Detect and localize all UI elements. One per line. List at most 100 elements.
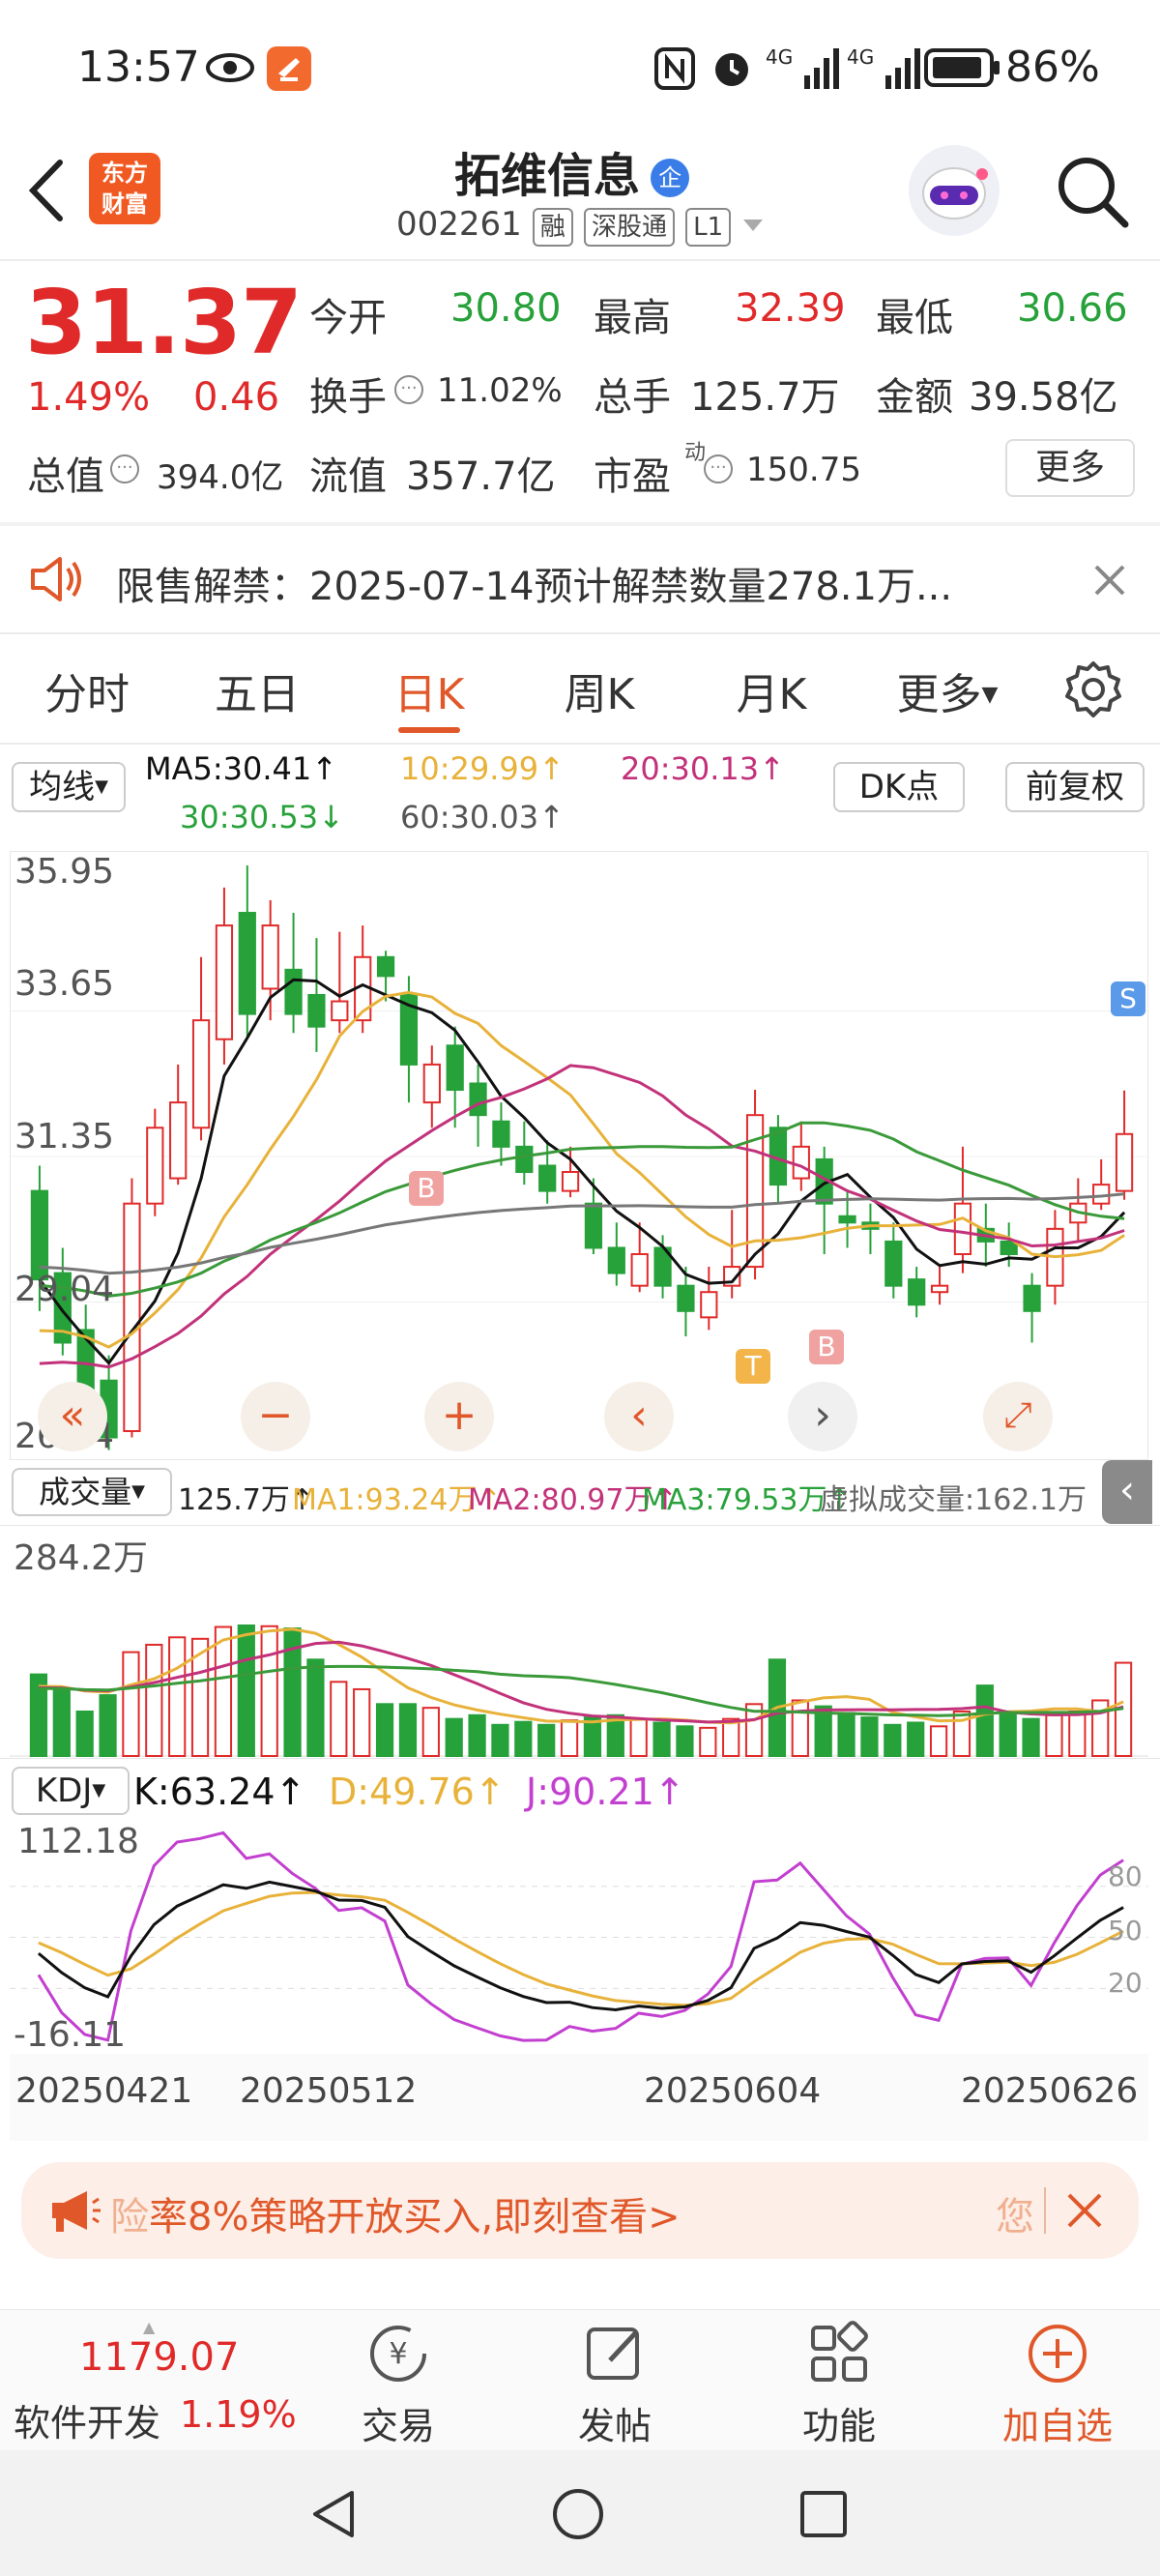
sector-index[interactable]: ▲ 1179.07 软件开发 1.19% <box>0 2310 319 2451</box>
candle <box>723 1210 741 1299</box>
t-marker[interactable]: T <box>736 1349 770 1384</box>
nav-recents-icon[interactable] <box>798 2489 849 2543</box>
back-icon[interactable] <box>23 157 68 228</box>
tab-daily-k[interactable]: 日K <box>362 659 497 721</box>
dk-point-label: DK点 <box>858 768 940 806</box>
grid-icon <box>781 2320 897 2396</box>
zoom-out-button[interactable]: − <box>241 1382 310 1451</box>
nav-functions[interactable]: 功能 <box>781 2320 897 2449</box>
indicator-selector[interactable]: 均线▼ <box>12 762 126 812</box>
eye-icon <box>205 48 255 91</box>
candle-body <box>561 1171 580 1192</box>
signal-1-icon: 4G <box>766 43 843 97</box>
collapse-panel-button[interactable]: ‹ <box>1102 1460 1152 1524</box>
candle <box>930 1267 949 1305</box>
turnover-value: 11.02% <box>437 371 563 410</box>
price-axis-label-2: 33.65 <box>14 964 115 1004</box>
sell-marker[interactable]: S <box>1111 981 1146 1016</box>
candle-body <box>284 968 303 1015</box>
more-button[interactable]: 更多 <box>1005 439 1135 497</box>
volume-bar <box>837 1712 856 1758</box>
scroll-left-button[interactable]: ‹ <box>604 1382 674 1451</box>
stock-title-block[interactable]: 拓维信息 企 002261 融 深股通 L1 <box>232 137 812 253</box>
nav-add-watchlist[interactable]: 加自选 <box>990 2320 1125 2449</box>
kdj-selector-label: KDJ <box>35 1771 93 1810</box>
candle <box>123 1178 141 1438</box>
kdj-level-20: 20 <box>1108 1967 1143 1999</box>
scroll-right-button[interactable]: › <box>788 1382 857 1451</box>
candle-body <box>123 1202 141 1433</box>
zoom-in-button[interactable]: + <box>424 1382 494 1451</box>
quote-panel: 31.37 1.49% 0.46 总值 ··· 394.0亿 今开 30.80 … <box>0 261 1160 522</box>
volume-selector[interactable]: 成交量▼ <box>12 1468 172 1516</box>
app-notification-icon <box>267 46 311 91</box>
kdj-selector[interactable]: KDJ▼ <box>12 1767 130 1815</box>
volume-bar <box>52 1689 71 1758</box>
volume-bar <box>1045 1713 1063 1757</box>
ma30-value: 30:30.53↓ <box>180 799 344 835</box>
buy-marker-2[interactable]: B <box>809 1330 844 1364</box>
float-cap-value: 357.7亿 <box>406 454 556 499</box>
date-axis: 20250421 20250512 20250604 20250626 <box>10 2054 1148 2141</box>
volume-bar <box>353 1687 371 1757</box>
kdj-legend: KDJ▼ K:63.24↑ D:49.76↑ J:90.21↑ <box>0 1758 1160 1822</box>
tab-five-day[interactable]: 五日 <box>189 659 325 721</box>
nav-home-icon[interactable] <box>551 2487 605 2545</box>
adjust-button[interactable]: 前复权 <box>1005 762 1145 812</box>
robot-avatar-icon[interactable] <box>909 145 1000 236</box>
candle-body <box>191 1019 211 1129</box>
volume-bar <box>75 1710 94 1757</box>
gear-icon[interactable] <box>1063 659 1123 723</box>
candle-body <box>1092 1184 1111 1205</box>
promo-banner[interactable]: 险 率8%策略开放买入,即刻查看> 您 <box>21 2162 1139 2259</box>
ma60-value: 60:30.03↑ <box>400 799 565 835</box>
volume-bar <box>722 1717 740 1757</box>
banner-close-icon[interactable] <box>1065 2191 1104 2234</box>
close-icon[interactable] <box>1090 561 1129 603</box>
volume-chart[interactable]: 284.2万 <box>10 1526 1148 1758</box>
tab-more[interactable]: 更多▼ <box>880 659 1015 721</box>
turnover-info-icon[interactable]: ··· <box>394 375 423 404</box>
pe-superscript: 动 <box>684 441 707 465</box>
rewind-button[interactable]: « <box>38 1382 107 1451</box>
candle-body <box>261 924 279 990</box>
banner-suffix: 您 <box>996 2195 1034 2239</box>
tab-intraday[interactable]: 分时 <box>19 659 155 721</box>
dk-point-button[interactable]: DK点 <box>833 762 965 812</box>
candle-body <box>376 955 395 978</box>
search-icon[interactable] <box>1052 151 1133 236</box>
kdj-chart[interactable]: 112.18 -16.11 80 50 20 <box>10 1822 1148 2055</box>
expand-icon[interactable]: ⤢ <box>983 1382 1053 1451</box>
volume-bar <box>1068 1710 1087 1757</box>
pe-label: 市盈 <box>594 454 671 499</box>
ma20-value: 20:30.13↑ <box>621 750 785 787</box>
nav-trade[interactable]: ¥ 交易 <box>340 2320 456 2449</box>
caret-down-icon: ▼ <box>131 1481 145 1502</box>
volume-bar <box>214 1625 233 1757</box>
pe-info-icon[interactable]: ··· <box>704 454 733 483</box>
notice-bar[interactable]: 限售解禁：2025-07-14预计解禁数量278.1万... <box>0 526 1160 632</box>
volume-bar <box>237 1624 255 1758</box>
kline-chart[interactable]: 35.95 33.65 31.35 29.04 26.74 B T B S « … <box>10 851 1149 1460</box>
low-label: 最低 <box>876 296 953 340</box>
nav-post[interactable]: 发帖 <box>557 2320 673 2449</box>
volume-bar <box>1022 1717 1040 1757</box>
chevron-down-icon <box>743 220 764 231</box>
volume-bar <box>907 1721 925 1757</box>
change-percent: 1.49% <box>27 375 151 420</box>
sector-percent: 1.19% <box>180 2393 297 2436</box>
alarm-icon <box>710 44 754 95</box>
status-time: 13:57 <box>77 43 200 92</box>
buy-marker-1[interactable]: B <box>409 1171 444 1206</box>
tab-weekly-k[interactable]: 周K <box>532 659 667 721</box>
volume-bar <box>122 1651 140 1757</box>
volume-value: 125.7万 <box>690 375 840 420</box>
kdj-j-line <box>37 1830 1124 2042</box>
kdj-d-value: D:49.76↑ <box>329 1771 506 1813</box>
eastmoney-logo[interactable]: 东方 财富 <box>89 153 160 224</box>
kdj-k-line <box>37 1880 1124 2012</box>
edit-icon <box>557 2320 673 2396</box>
nav-back-icon[interactable] <box>307 2487 360 2545</box>
info-icon[interactable]: ··· <box>110 454 139 483</box>
tab-monthly-k[interactable]: 月K <box>704 659 839 721</box>
